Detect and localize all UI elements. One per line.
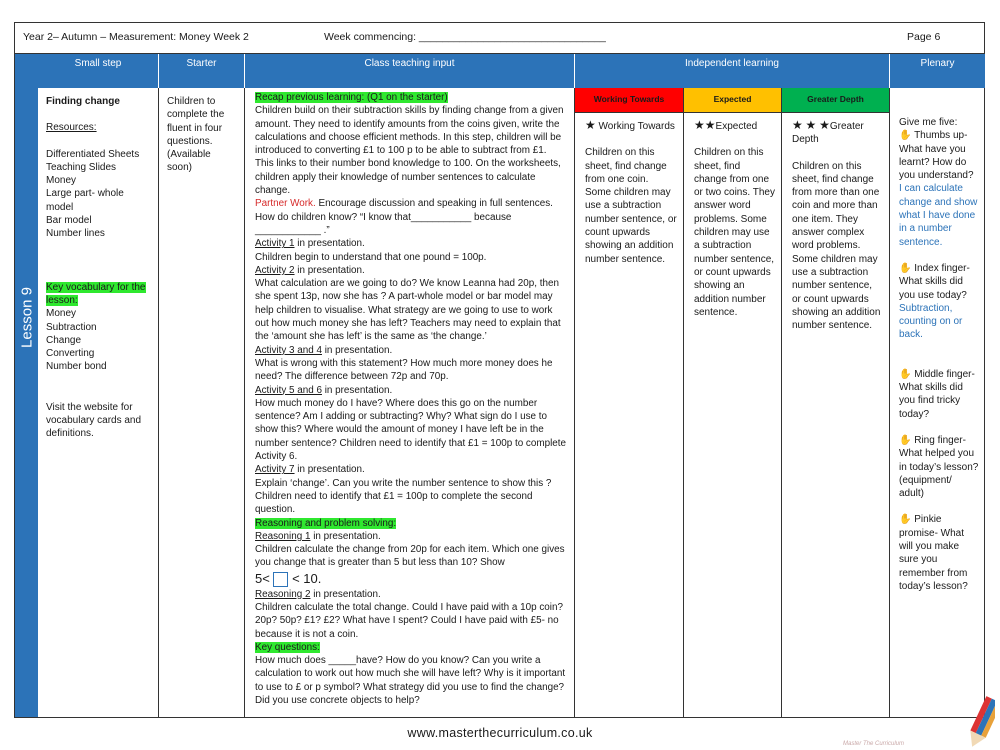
star-icon: ★ <box>819 118 830 132</box>
lesson-label: Lesson 9 <box>18 287 36 348</box>
teaching-intro: Children build on their subtraction skil… <box>255 105 564 197</box>
partner-work-label: Partner Work. <box>255 198 316 210</box>
step-title: Finding change <box>46 96 120 107</box>
lesson-plan-frame: Year 2– Autumn – Measurement: Money Week… <box>14 22 985 718</box>
wt-text: Children on this sheet, find change from… <box>585 147 677 265</box>
lesson-label-column: Lesson 9 <box>15 54 38 717</box>
vocab-item: Change <box>46 334 82 346</box>
resources-label: Resources: <box>46 122 97 134</box>
activity-3-4-label: Activity 3 and 4 <box>255 344 322 356</box>
header-plenary: Plenary <box>890 54 985 88</box>
vocab-item: Converting <box>46 348 95 360</box>
reasoning-2-label: Reasoning 2 <box>255 588 311 600</box>
activity-5-6-label: Activity 5 and 6 <box>255 384 322 396</box>
activity-suffix: in presentation. <box>310 530 381 542</box>
week-commencing: Week commencing: _______________________… <box>324 31 606 43</box>
gd-text: Children on this sheet, find change from… <box>792 160 881 332</box>
activity-suffix: in presentation. <box>321 384 393 396</box>
activity-5-6-text: How much money do I have? Where does thi… <box>255 397 566 463</box>
expected-header: Expected <box>684 88 782 113</box>
page-number: Page 6 <box>907 31 941 43</box>
reasoning-heading: Reasoning and problem solving: <box>255 517 397 529</box>
footer-url: www.masterthecurriculum.co.uk <box>407 726 593 740</box>
thumb-prompt: Thumbs up- What have you learnt? How do … <box>899 130 974 182</box>
working-towards-header: Working Towards <box>575 88 684 113</box>
activity-2-text: What calculation are we going to do? We … <box>255 278 561 343</box>
brand-wordmark: Master The Curriculum <box>843 741 905 747</box>
activity-suffix: in presentation. <box>294 264 365 276</box>
star-icon: ★ <box>694 118 705 132</box>
resource-item: Teaching Slides <box>46 161 117 173</box>
hand-icon: ✋ <box>899 434 912 446</box>
exp-text: Children on this sheet, find change from… <box>694 147 775 318</box>
reasoning-1-text: Children calculate the change from 20p f… <box>255 544 565 569</box>
wt-title: Working Towards <box>598 121 675 132</box>
reasoning-1-label: Reasoning 1 <box>255 530 311 542</box>
hand-icon: ✋ <box>899 130 912 142</box>
reasoning-2-text: Children calculate the total change. Cou… <box>255 601 563 640</box>
index-answer: Subtraction, counting on or back. <box>899 302 963 341</box>
class-teaching-column: Recap previous learning: (Q1 on the star… <box>245 88 575 717</box>
greater-depth-column: ★ ★ ★Greater Depth Children on this shee… <box>782 113 890 717</box>
vocab-item: Number bond <box>46 361 107 373</box>
header-class-teaching: Class teaching input <box>245 54 575 88</box>
activity-suffix: in presentation. <box>294 238 365 250</box>
activity-7-text: Explain ‘change’. Can you write the numb… <box>255 477 552 516</box>
ring-prompt: Ring finger- What helped you in today’s … <box>899 434 979 500</box>
activity-3-4-text: What is wrong with this statement? How m… <box>255 357 553 383</box>
inequality: 5< < 10. <box>255 570 566 588</box>
resource-item: model <box>46 201 74 213</box>
plenary-intro: Give me five: <box>899 117 958 128</box>
answer-box <box>273 571 289 587</box>
vocab-item: Subtraction <box>46 321 97 333</box>
greater-depth-header: Greater Depth <box>782 88 890 113</box>
hand-icon: ✋ <box>899 262 912 274</box>
star-icon: ★ <box>704 118 716 132</box>
exp-title: Expected <box>715 121 758 132</box>
inequality-left: 5< <box>255 570 270 586</box>
working-towards-column: ★ Working Towards Children on this sheet… <box>575 113 684 717</box>
inequality-right: < 10. <box>292 570 322 586</box>
activity-1-label: Activity 1 <box>255 238 295 250</box>
header-starter: Starter <box>159 54 245 88</box>
resource-item: Differentiated Sheets <box>46 148 140 160</box>
visit-website-note: Visit the website for vocabulary cards a… <box>46 401 142 440</box>
middle-prompt: Middle finger- What skills did you find … <box>899 368 975 420</box>
key-questions-heading: Key questions: <box>255 641 320 653</box>
expected-column: ★★Expected Children on this sheet, find … <box>684 113 782 717</box>
pinkie-prompt: Pinkie promise- What will you make sure … <box>899 514 968 592</box>
vocab-item: Money <box>46 308 77 320</box>
key-questions-text: How much does _____have? How do you know… <box>255 655 566 707</box>
activity-suffix: in presentation. <box>294 464 365 476</box>
hand-icon: ✋ <box>899 514 912 526</box>
header-independent: Independent learning <box>575 54 890 88</box>
resource-item: Number lines <box>46 228 105 240</box>
star-icon: ★ <box>805 118 817 132</box>
thumb-answer: I can calculate change and show what I h… <box>899 183 978 248</box>
activity-1-text: Children begin to understand that one po… <box>255 251 487 263</box>
star-icon: ★ <box>585 118 596 132</box>
plenary-column: Give me five: ✋ Thumbs up- What have you… <box>890 88 985 717</box>
hand-icon: ✋ <box>899 368 912 380</box>
resource-item: Bar model <box>46 215 92 227</box>
activity-2-label: Activity 2 <box>255 264 295 276</box>
star-icon: ★ <box>792 118 803 132</box>
activity-suffix: in presentation. <box>321 344 393 356</box>
plan-title: Year 2– Autumn – Measurement: Money Week… <box>23 31 249 43</box>
key-vocab-label: Key vocabulary for the lesson: <box>46 281 146 306</box>
starter-text: Children to complete the fluent in four … <box>167 96 225 174</box>
recap-heading: Recap previous learning: (Q1 on the star… <box>255 92 448 103</box>
activity-suffix: in presentation. <box>310 588 381 600</box>
small-step-column: Finding change Resources: Differentiated… <box>38 88 159 717</box>
pencil-logo <box>970 696 995 747</box>
resource-item: Money <box>46 175 77 187</box>
resource-item: Large part- whole <box>46 188 124 200</box>
header-small-step: Small step <box>38 54 159 88</box>
activity-7-label: Activity 7 <box>255 464 295 476</box>
starter-column: Children to complete the fluent in four … <box>159 88 245 717</box>
top-bar: Year 2– Autumn – Measurement: Money Week… <box>15 23 984 54</box>
